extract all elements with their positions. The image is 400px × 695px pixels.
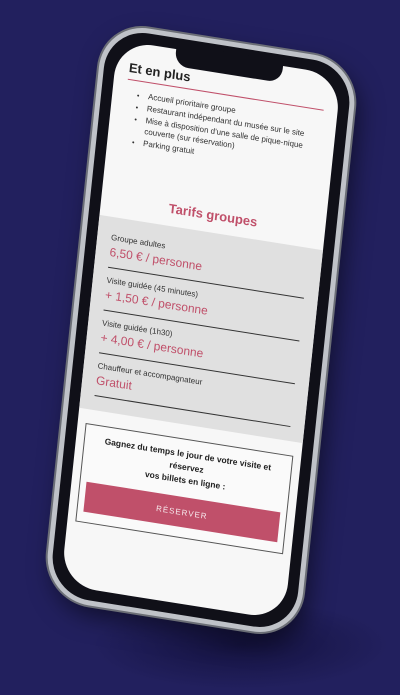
booking-text-line1: Gagnez du temps le jour de votre visite … (104, 436, 272, 475)
booking-box: Gagnez du temps le jour de votre visite … (75, 422, 294, 555)
extras-list: Accueil prioritaire groupe Restaurant in… (121, 88, 323, 177)
phone-screen: Et en plus Accueil prioritaire groupe Re… (60, 39, 342, 621)
phone-frame: Et en plus Accueil prioritaire groupe Re… (43, 21, 359, 639)
pricing-section: Groupe adultes 6,50 € / personne Visite … (79, 214, 324, 444)
phone-mockup: Et en plus Accueil prioritaire groupe Re… (43, 21, 359, 639)
